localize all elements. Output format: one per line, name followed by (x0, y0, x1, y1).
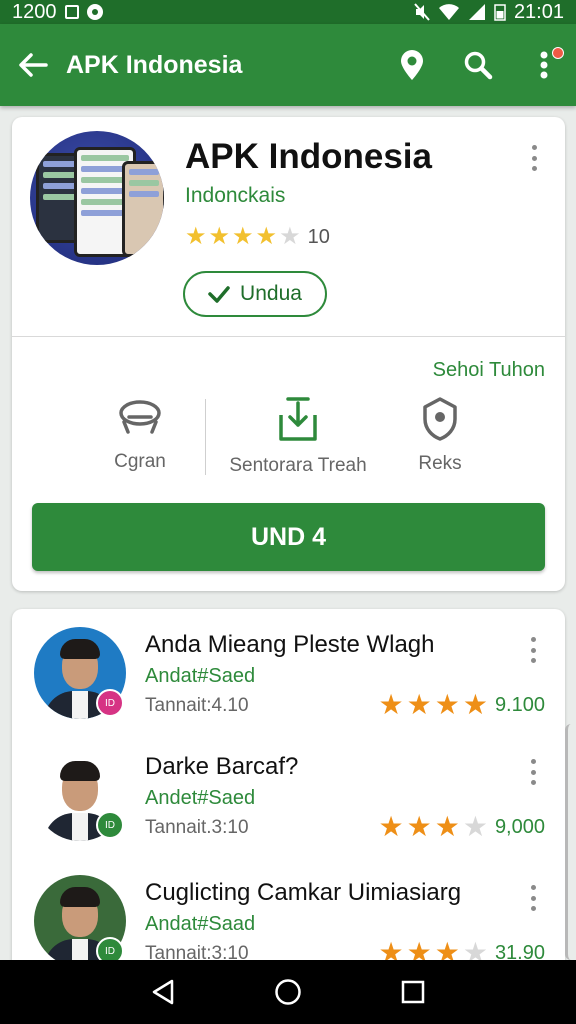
review-menu-button[interactable] (529, 885, 537, 911)
app-rating-count: 10 (307, 225, 330, 248)
screenshot-icon (64, 5, 79, 19)
app-rating: ★ ★ ★ ★ ★ 10 (185, 225, 330, 249)
app-info-card: APK Indonesia Indonckais ★ ★ ★ ★ ★ 10 Un… (12, 117, 565, 591)
system-nav-bar (0, 960, 576, 1024)
app-header: APK Indonesia Indonckais ★ ★ ★ ★ ★ 10 Un… (12, 117, 565, 337)
app-bar: APK Indonesia (0, 24, 576, 106)
app-card-menu-button[interactable] (530, 145, 538, 171)
avatar-badge-icon: ID (96, 689, 124, 717)
review-handle: Andat#Saad (145, 913, 256, 935)
stat-label: Cgran (114, 451, 166, 472)
review-score: 9,000 (494, 815, 545, 838)
review-date: Tannait.3:10 (145, 817, 249, 838)
overflow-menu-button[interactable] (528, 47, 564, 81)
more-vert-icon (540, 51, 548, 79)
avatar-badge-icon: ID (96, 811, 124, 839)
star-icon: ★ (462, 689, 488, 720)
arrow-left-icon (19, 53, 48, 77)
star-icon: ★ (185, 223, 207, 250)
review-item[interactable]: ID Cuglicting Camkar Uimiasiarg Andat#Sa… (12, 857, 565, 969)
review-menu-button[interactable] (529, 759, 537, 785)
star-empty-icon: ★ (462, 811, 488, 842)
star-icon: ★ (406, 689, 432, 720)
star-icon: ★ (406, 811, 432, 842)
app-developer[interactable]: Indonckais (185, 184, 285, 208)
nav-back-button[interactable] (143, 972, 183, 1012)
install-label: Undua (240, 282, 302, 305)
app-icon-phone-small (122, 161, 164, 257)
status-bar: 1200 21:01 (0, 0, 576, 24)
star-icon: ★ (378, 811, 404, 842)
review-item[interactable]: ID Darke Barcaf? Andet#Saed Tannait.3:10… (12, 731, 565, 855)
install-button[interactable]: Undua (183, 271, 327, 317)
review-menu-button[interactable] (529, 637, 537, 663)
stat-divider (205, 399, 206, 475)
reviews-card: ID Anda Mieang Pleste Wlagh Andat#Saed T… (12, 609, 565, 969)
review-author: Cuglicting Camkar Uimiasiarg (145, 879, 462, 906)
stat-item[interactable]: Sentorara Treah (218, 397, 378, 477)
app-stats-row: Cgran Sentorara Treah Reks (12, 397, 565, 477)
stat-item[interactable]: Reks (398, 397, 482, 475)
star-icon: ★ (232, 223, 254, 250)
status-time-right: 21:01 (513, 0, 564, 23)
review-handle: Andet#Saed (145, 787, 256, 809)
app-icon (30, 131, 164, 265)
review-handle: Andat#Saed (145, 665, 256, 687)
status-time-left: 1200 (12, 0, 57, 23)
app-bar-title: APK Indonesia (66, 50, 243, 79)
review-author: Darke Barcaf? (145, 753, 299, 780)
circle-home-icon (275, 979, 301, 1005)
review-item[interactable]: ID Anda Mieang Pleste Wlagh Andat#Saed T… (12, 609, 565, 733)
primary-download-button[interactable]: UND 4 (32, 503, 545, 571)
search-button[interactable] (462, 49, 494, 81)
square-recents-icon (402, 980, 425, 1004)
shield-icon (423, 397, 457, 441)
see-more-link[interactable]: Sehoi Tuhon (433, 359, 545, 382)
nav-home-button[interactable] (268, 972, 308, 1012)
notification-dot (552, 47, 564, 59)
triangle-back-icon (152, 979, 173, 1005)
star-icon: ★ (434, 811, 460, 842)
record-icon (86, 4, 103, 20)
location-button[interactable] (396, 49, 428, 81)
download-box-icon (279, 397, 317, 441)
back-button[interactable] (16, 48, 50, 82)
star-icon: ★ (378, 689, 404, 720)
signal-icon (468, 4, 485, 20)
review-score: 9.100 (494, 693, 545, 716)
star-icon: ★ (434, 689, 460, 720)
stat-label: Sentorara Treah (229, 455, 367, 476)
scroll-indicator[interactable] (565, 724, 576, 960)
review-date: Tannait:4.10 (145, 695, 249, 716)
review-author: Anda Mieang Pleste Wlagh (145, 631, 435, 658)
star-empty-icon: ★ (279, 223, 301, 250)
star-icon: ★ (255, 223, 278, 250)
review-rating: ★ ★ ★ ★ 9.100 (379, 691, 546, 719)
search-icon (464, 51, 493, 80)
app-name: APK Indonesia (185, 137, 432, 176)
stat-item[interactable]: Cgran (90, 397, 190, 473)
battery-icon (494, 4, 506, 21)
star-icon: ★ (208, 223, 231, 250)
nav-recents-button[interactable] (393, 972, 433, 1012)
check-icon (208, 286, 230, 303)
stat-label: Reks (418, 453, 462, 474)
controller-icon (119, 400, 161, 434)
location-pin-icon (401, 50, 423, 80)
review-rating: ★ ★ ★ ★ 9,000 (379, 813, 546, 841)
mute-icon (414, 3, 430, 21)
wifi-icon (438, 4, 459, 20)
